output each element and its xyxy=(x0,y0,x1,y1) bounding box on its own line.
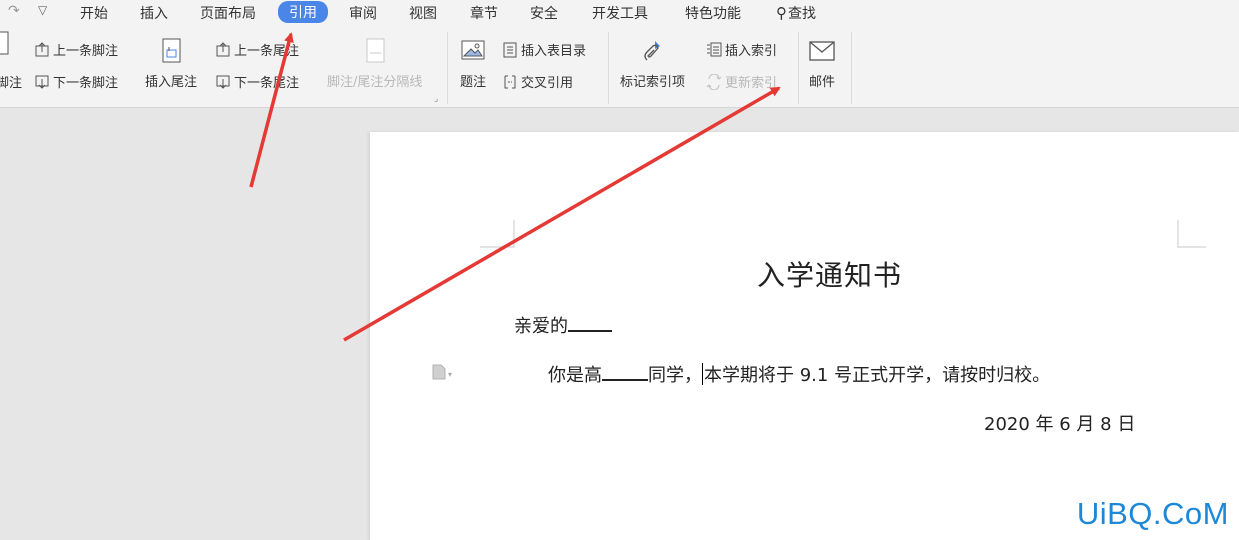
footnote-icon xyxy=(0,30,14,58)
quick-access-dropdown-icon[interactable]: ▽ xyxy=(38,3,47,17)
body-mid-text: 同学， xyxy=(648,365,702,386)
next-footnote-label: 下一条脚注 xyxy=(53,76,119,91)
document-icon xyxy=(432,364,446,384)
search-button[interactable]: ⚲ 查找 xyxy=(776,3,816,23)
greeting-line: 亲爱的 xyxy=(514,312,612,338)
greeting-text: 亲爱的 xyxy=(514,316,568,337)
next-footnote-button[interactable]: 下一条脚注 xyxy=(34,72,118,91)
search-icon: ⚲ xyxy=(776,4,787,22)
insert-endnote-label: 插入尾注 xyxy=(145,75,198,90)
separator-line-icon xyxy=(361,38,389,66)
table-of-figures-icon xyxy=(502,42,518,58)
date-line: 2020 年 6 月 8 日 xyxy=(984,414,1136,435)
ribbon-divider xyxy=(798,32,799,104)
group-launcher-icon[interactable]: ⌟ xyxy=(434,94,438,104)
insert-table-of-figures-button[interactable]: 插入表目录 xyxy=(502,40,586,59)
tab-developer[interactable]: 开发工具 xyxy=(592,3,648,23)
next-endnote-icon xyxy=(215,74,231,90)
insert-footnote-button[interactable] xyxy=(0,30,14,63)
next-footnote-icon xyxy=(34,74,50,90)
menu-bar: ↷ ▽ 开始 插入 页面布局 引用 审阅 视图 章节 安全 开发工具 特色功能 … xyxy=(0,0,1239,24)
tab-view[interactable]: 视图 xyxy=(409,3,437,23)
dropdown-arrow-icon: ▾ xyxy=(448,369,453,379)
document-title: 入学通知书 xyxy=(757,259,903,292)
tab-review[interactable]: 审阅 xyxy=(349,3,377,23)
body-rest-text: 本学期将于 9.1 号正式开学，请按时归校。 xyxy=(704,365,1051,386)
body-prefix-text: 你是高 xyxy=(548,365,602,386)
prev-endnote-button[interactable]: 上一条尾注 xyxy=(215,40,299,59)
margin-corner-mark xyxy=(480,220,515,248)
prev-endnote-label: 上一条尾注 xyxy=(234,44,300,59)
tab-page-layout[interactable]: 页面布局 xyxy=(200,3,256,23)
margin-corner-mark xyxy=(1177,220,1206,248)
footnote-label[interactable]: 脚注 xyxy=(0,72,22,91)
next-endnote-label: 下一条尾注 xyxy=(234,76,300,91)
caption-button[interactable]: 题注 xyxy=(459,38,487,90)
caption-icon xyxy=(459,38,487,66)
footnote-separator-button[interactable]: 脚注/尾注分隔线 xyxy=(327,38,422,90)
tab-security[interactable]: 安全 xyxy=(530,3,558,23)
mail-button[interactable]: 邮件 xyxy=(808,38,836,90)
tab-references[interactable]: 引用 xyxy=(278,1,328,23)
prev-footnote-button[interactable]: 上一条脚注 xyxy=(34,40,118,59)
ribbon-divider xyxy=(608,32,609,104)
update-index-icon xyxy=(706,73,722,90)
insert-endnote-button[interactable]: 插入尾注 xyxy=(145,38,197,90)
ribbon-divider xyxy=(447,32,448,104)
tab-home[interactable]: 开始 xyxy=(80,3,108,23)
search-label: 查找 xyxy=(788,6,816,22)
insert-index-button[interactable]: 插入索引 xyxy=(706,40,777,59)
prev-footnote-label: 上一条脚注 xyxy=(53,44,119,59)
cross-reference-icon xyxy=(502,74,518,90)
mail-label: 邮件 xyxy=(808,75,835,90)
paragraph-menu-button[interactable]: ▾ xyxy=(432,364,452,384)
cross-reference-button[interactable]: 交叉引用 xyxy=(502,72,573,91)
redo-icon[interactable]: ↷ xyxy=(8,3,20,19)
prev-footnote-icon xyxy=(34,41,50,58)
ribbon-divider xyxy=(851,32,852,104)
ribbon-toolbar: 脚注 上一条脚注 下一条脚注 插入尾注 上一条尾注 下一条尾注 脚注/尾注分隔线… xyxy=(0,24,1239,108)
insert-table-of-figures-label: 插入表目录 xyxy=(521,44,587,59)
endnote-icon xyxy=(157,38,185,66)
insert-index-icon xyxy=(706,42,722,58)
mail-icon xyxy=(808,38,836,66)
body-paragraph: 你是高 同学， 本学期将于 9.1 号正式开学，请按时归校。 xyxy=(548,361,1050,387)
update-index-button[interactable]: 更新索引 xyxy=(706,72,777,91)
mark-index-label: 标记索引项 xyxy=(620,75,686,90)
insert-index-label: 插入索引 xyxy=(725,44,778,59)
tab-special-features[interactable]: 特色功能 xyxy=(685,3,741,23)
tab-insert[interactable]: 插入 xyxy=(140,3,168,23)
tab-section[interactable]: 章节 xyxy=(470,3,498,23)
blank-underline xyxy=(568,316,612,332)
site-watermark: UiBQ.CoM xyxy=(1076,496,1229,531)
document-page[interactable]: 入学通知书 亲爱的 ▾ 你是高 同学， 本学期将于 9.1 号正式开学，请按时归校。… xyxy=(370,132,1239,540)
separator-line-label: 脚注/尾注分隔线 xyxy=(327,75,423,90)
text-cursor xyxy=(702,363,703,385)
caption-label: 题注 xyxy=(459,75,486,90)
next-endnote-button[interactable]: 下一条尾注 xyxy=(215,72,299,91)
update-index-label: 更新索引 xyxy=(725,76,778,91)
cross-reference-label: 交叉引用 xyxy=(521,76,574,91)
mark-index-entry-button[interactable]: 标记索引项 xyxy=(620,38,685,90)
mark-index-icon xyxy=(639,38,667,66)
prev-endnote-icon xyxy=(215,41,231,58)
blank-underline xyxy=(602,365,648,381)
